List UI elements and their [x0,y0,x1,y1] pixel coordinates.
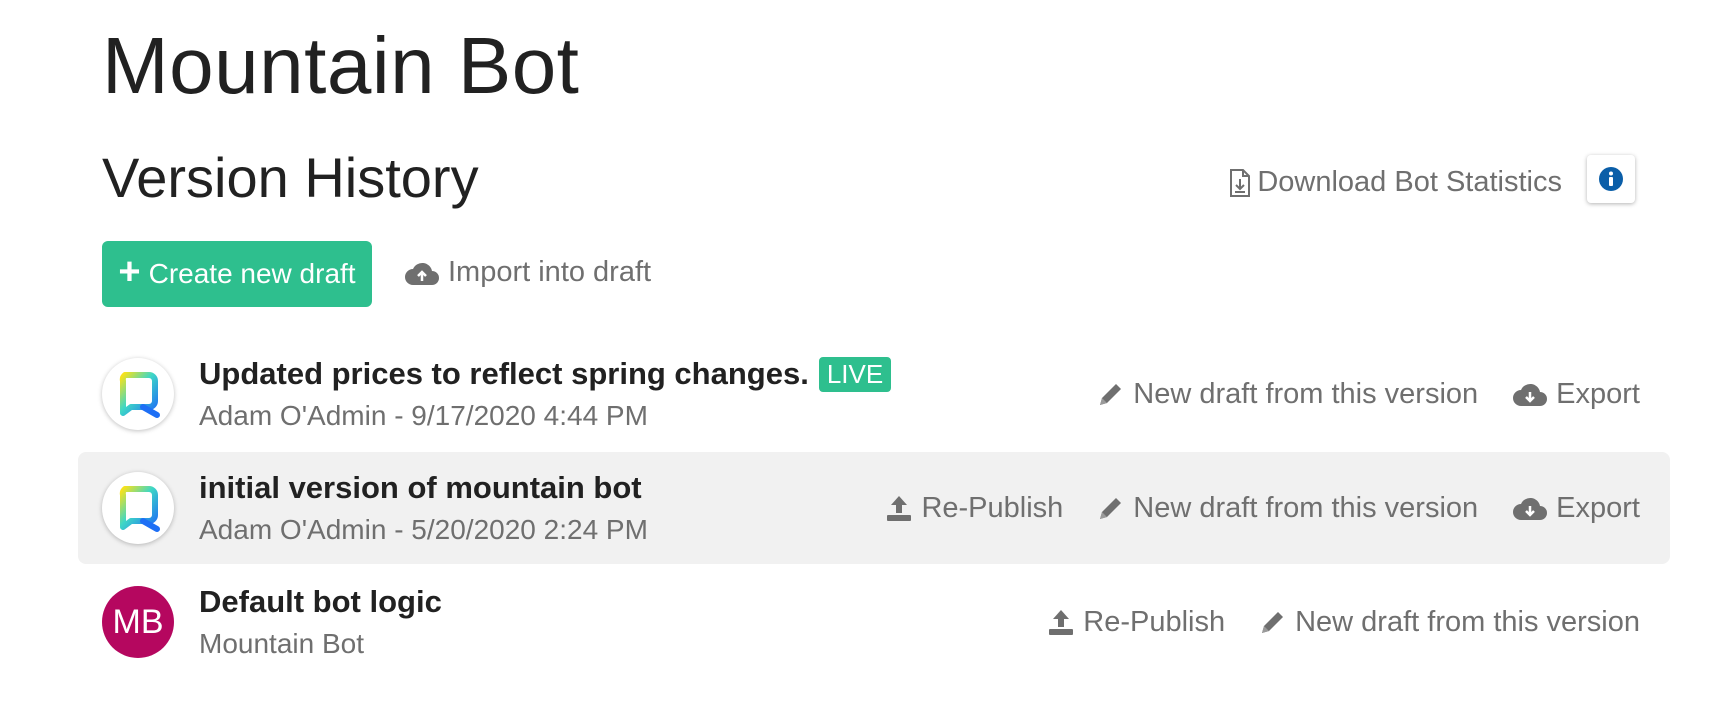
upload-icon [1047,608,1075,636]
app-logo-icon [102,358,174,430]
new-draft-from-version-button[interactable]: New draft from this version [1097,378,1478,411]
row-actions: Re-Publish New draft from this version E… [885,452,1640,564]
live-badge: LIVE [818,356,892,392]
pencil-icon [1097,380,1125,408]
republish-label: Re-Publish [921,491,1064,524]
cloud-download-icon [1512,495,1548,521]
version-title: Updated prices to reflect spring changes… [199,356,809,391]
export-label: Export [1556,377,1640,410]
new-draft-label: New draft from this version [1133,377,1479,410]
version-meta: Adam O'Admin - 5/20/2020 2:24 PM [199,514,648,545]
new-draft-label: New draft from this version [1133,491,1479,524]
version-row[interactable]: Updated prices to reflect spring changes… [78,338,1670,450]
version-row[interactable]: MB Default bot logic Mountain Bot Re-Pub… [78,566,1670,678]
info-button[interactable] [1587,155,1635,203]
pencil-icon [1259,608,1287,636]
section-title: Version History [102,146,479,209]
avatar: MB [102,586,174,658]
republish-label: Re-Publish [1083,605,1226,638]
cloud-upload-icon [404,260,440,286]
row-actions: New draft from this version Export [1097,338,1640,450]
download-statistics-label: Download Bot Statistics [1257,166,1562,198]
republish-button[interactable]: Re-Publish [885,492,1063,525]
cloud-download-icon [1512,381,1548,407]
version-row[interactable]: initial version of mountain bot Adam O'A… [78,452,1670,564]
info-icon [1598,166,1624,192]
export-button[interactable]: Export [1512,378,1640,411]
file-download-icon [1229,168,1251,197]
import-into-draft-link[interactable]: Import into draft [404,256,651,289]
version-meta: Mountain Bot [199,628,364,659]
version-title: initial version of mountain bot [199,470,642,505]
version-meta: Adam O'Admin - 9/17/2020 4:44 PM [199,400,648,431]
version-history-page: Mountain Bot Version History Download Bo… [0,0,1714,718]
version-title-wrap: Updated prices to reflect spring changes… [199,356,892,392]
page-title: Mountain Bot [102,21,580,110]
new-draft-from-version-button[interactable]: New draft from this version [1097,492,1478,525]
export-label: Export [1556,491,1640,524]
export-button[interactable]: Export [1512,492,1640,525]
import-into-draft-label: Import into draft [448,256,652,288]
republish-button[interactable]: Re-Publish [1047,606,1225,639]
upload-icon [885,494,913,522]
pencil-icon [1097,494,1125,522]
download-statistics-link[interactable]: Download Bot Statistics [1229,166,1562,199]
create-new-draft-button[interactable]: + Create new draft [102,241,372,307]
plus-icon: + [118,251,141,293]
row-actions: Re-Publish New draft from this version [1047,566,1640,678]
app-logo-icon [102,472,174,544]
new-draft-from-version-button[interactable]: New draft from this version [1259,606,1640,639]
version-title: Default bot logic [199,584,442,619]
create-new-draft-label: Create new draft [148,258,356,289]
new-draft-label: New draft from this version [1295,605,1640,638]
